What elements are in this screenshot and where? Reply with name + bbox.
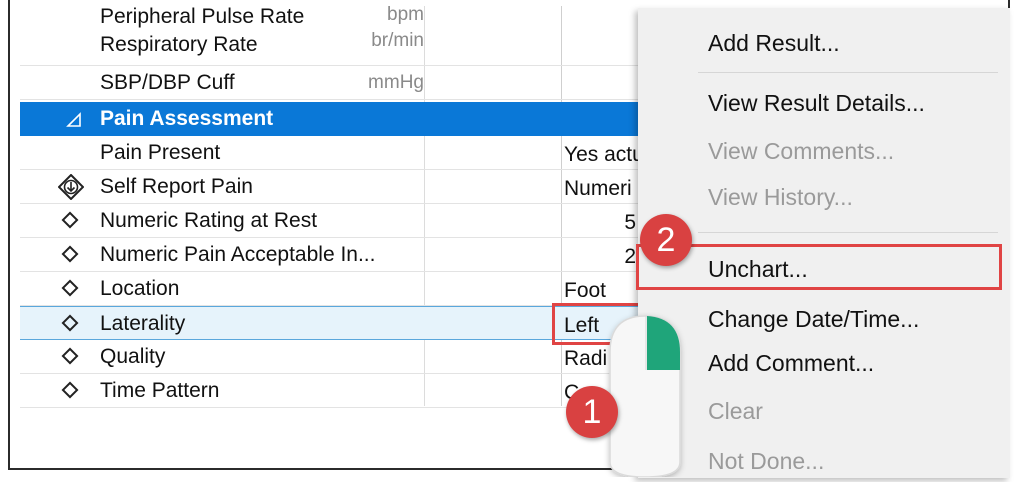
diamond-icon [61, 279, 79, 297]
row-label: Location [100, 277, 180, 300]
step-2-badge: 2 [640, 214, 692, 266]
diamond-icon [61, 347, 79, 365]
row-label: Respiratory Rate [100, 33, 258, 56]
collapse-triangle-icon[interactable] [66, 112, 82, 128]
section-title: Pain Assessment [100, 107, 274, 130]
menu-item-add-comment[interactable]: Add Comment... [708, 350, 874, 377]
row-label: Numeric Pain Acceptable In... [100, 243, 376, 266]
row-label: Numeric Rating at Rest [100, 209, 318, 232]
diamond-arrow-icon [57, 173, 85, 201]
menu-item-change-date-time[interactable]: Change Date/Time... [708, 306, 919, 333]
diamond-icon [61, 314, 79, 332]
row-unit: br/min [371, 30, 424, 51]
menu-item-add-result[interactable]: Add Result... [708, 30, 840, 57]
diamond-icon [61, 245, 79, 263]
diamond-icon [61, 211, 79, 229]
menu-item-view-history[interactable]: View History... [708, 184, 853, 211]
step-1-badge: 1 [566, 386, 618, 438]
row-unit: mmHg [368, 72, 424, 93]
row-label: Pain Present [100, 141, 221, 164]
menu-item-not-done[interactable]: Not Done... [708, 448, 824, 475]
row-label: Time Pattern [100, 379, 220, 402]
menu-item-view-result-details[interactable]: View Result Details... [708, 90, 925, 117]
row-label: Self Report Pain [100, 175, 253, 198]
diamond-icon [61, 381, 79, 399]
context-menu: Add Result... View Result Details... Vie… [638, 8, 1010, 478]
menu-item-clear[interactable]: Clear [708, 398, 763, 425]
unchart-highlight [636, 244, 1002, 290]
row-label: SBP/DBP Cuff [100, 71, 235, 94]
row-value[interactable]: 5 [564, 204, 636, 238]
mouse-right-click-icon [600, 312, 690, 478]
row-label: Quality [100, 345, 166, 368]
row-label: Laterality [100, 312, 186, 335]
row-value[interactable]: 2 [564, 238, 636, 272]
menu-separator [698, 72, 998, 73]
menu-separator [698, 232, 998, 233]
menu-item-view-comments[interactable]: View Comments... [708, 138, 894, 165]
